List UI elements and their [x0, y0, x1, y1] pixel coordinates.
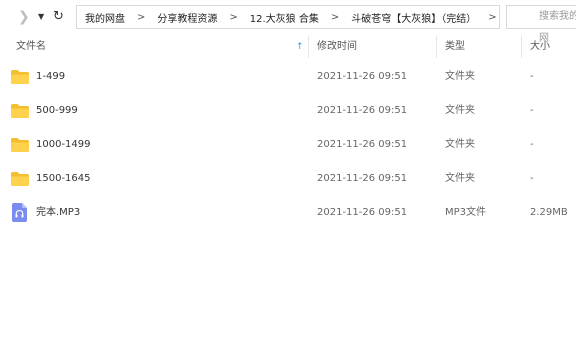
file-size: - [530, 139, 534, 150]
column-type-label: 类型 [445, 41, 465, 52]
column-header: 文件名 ↑ 修改时间 类型 大小 [0, 34, 576, 60]
column-name[interactable]: 文件名 [8, 34, 308, 60]
search-input[interactable]: 搜索我的网 [506, 5, 576, 44]
file-name: 1-499 [36, 71, 66, 82]
file-size: - [530, 173, 534, 184]
file-row[interactable]: 500-999 2021-11-26 09:51 文件夹 - [0, 94, 576, 128]
folder-icon [11, 70, 29, 84]
column-name-label: 文件名 [16, 41, 46, 52]
column-modified[interactable]: 修改时间 [309, 34, 436, 60]
file-type: 文件夹 [445, 173, 475, 184]
file-row[interactable]: 完本.MP3 2021-11-26 09:51 MP3文件 2.29MB [0, 196, 576, 230]
column-size-label: 大小 [530, 41, 550, 52]
sort-ascending-icon[interactable]: ↑ [296, 41, 304, 53]
breadcrumb-item-my-drive[interactable]: 我的网盘 [85, 10, 125, 25]
breadcrumb[interactable]: 我的网盘 > 分享教程资源 > 12.大灰狼 合集 > 斗破苍穹【大灰狼】（完结… [76, 5, 500, 29]
file-size: 2.29MB [530, 207, 568, 218]
chevron-right-icon[interactable]: ❯ [18, 9, 30, 25]
breadcrumb-item-share[interactable]: 分享教程资源 [157, 10, 217, 25]
file-type: 文件夹 [445, 139, 475, 150]
file-modified: 2021-11-26 09:51 [317, 139, 408, 150]
column-modified-label: 修改时间 [317, 41, 357, 52]
column-size[interactable]: 大小 [522, 34, 576, 60]
file-type: MP3文件 [445, 207, 487, 218]
file-row[interactable]: 1500-1645 2021-11-26 09:51 文件夹 - [0, 162, 576, 196]
file-type: 文件夹 [445, 71, 475, 82]
folder-icon [11, 138, 29, 152]
file-name: 1500-1645 [36, 173, 91, 184]
file-name: 500-999 [36, 105, 78, 116]
breadcrumb-item-collection[interactable]: 12.大灰狼 合集 [250, 10, 319, 25]
caret-down-icon[interactable]: ▼ [38, 10, 48, 24]
refresh-icon[interactable]: ↻ [53, 8, 67, 26]
chevron-right-icon: > [137, 11, 146, 23]
column-type[interactable]: 类型 [437, 34, 521, 60]
file-row[interactable]: 1000-1499 2021-11-26 09:51 文件夹 - [0, 128, 576, 162]
file-modified: 2021-11-26 09:51 [317, 207, 408, 218]
chevron-right-icon: > [229, 11, 238, 23]
file-size: - [530, 105, 534, 116]
file-modified: 2021-11-26 09:51 [317, 173, 408, 184]
file-name: 1000-1499 [36, 139, 91, 150]
audio-file-icon [12, 203, 27, 222]
toolbar: ❯ ▼ ↻ 我的网盘 > 分享教程资源 > 12.大灰狼 合集 > 斗破苍穹【大… [0, 0, 576, 44]
file-modified: 2021-11-26 09:51 [317, 105, 408, 116]
chevron-right-icon: > [330, 11, 340, 23]
folder-icon [11, 172, 29, 186]
file-row[interactable]: 1-499 2021-11-26 09:51 文件夹 - [0, 60, 576, 94]
file-name: 完本.MP3 [36, 207, 81, 218]
file-type: 文件夹 [445, 105, 475, 116]
file-size: - [530, 71, 534, 82]
folder-icon [11, 104, 29, 118]
chevron-right-icon[interactable]: > [488, 12, 496, 23]
breadcrumb-item-current[interactable]: 斗破苍穹【大灰狼】（完结） [351, 10, 476, 25]
file-modified: 2021-11-26 09:51 [317, 71, 408, 82]
